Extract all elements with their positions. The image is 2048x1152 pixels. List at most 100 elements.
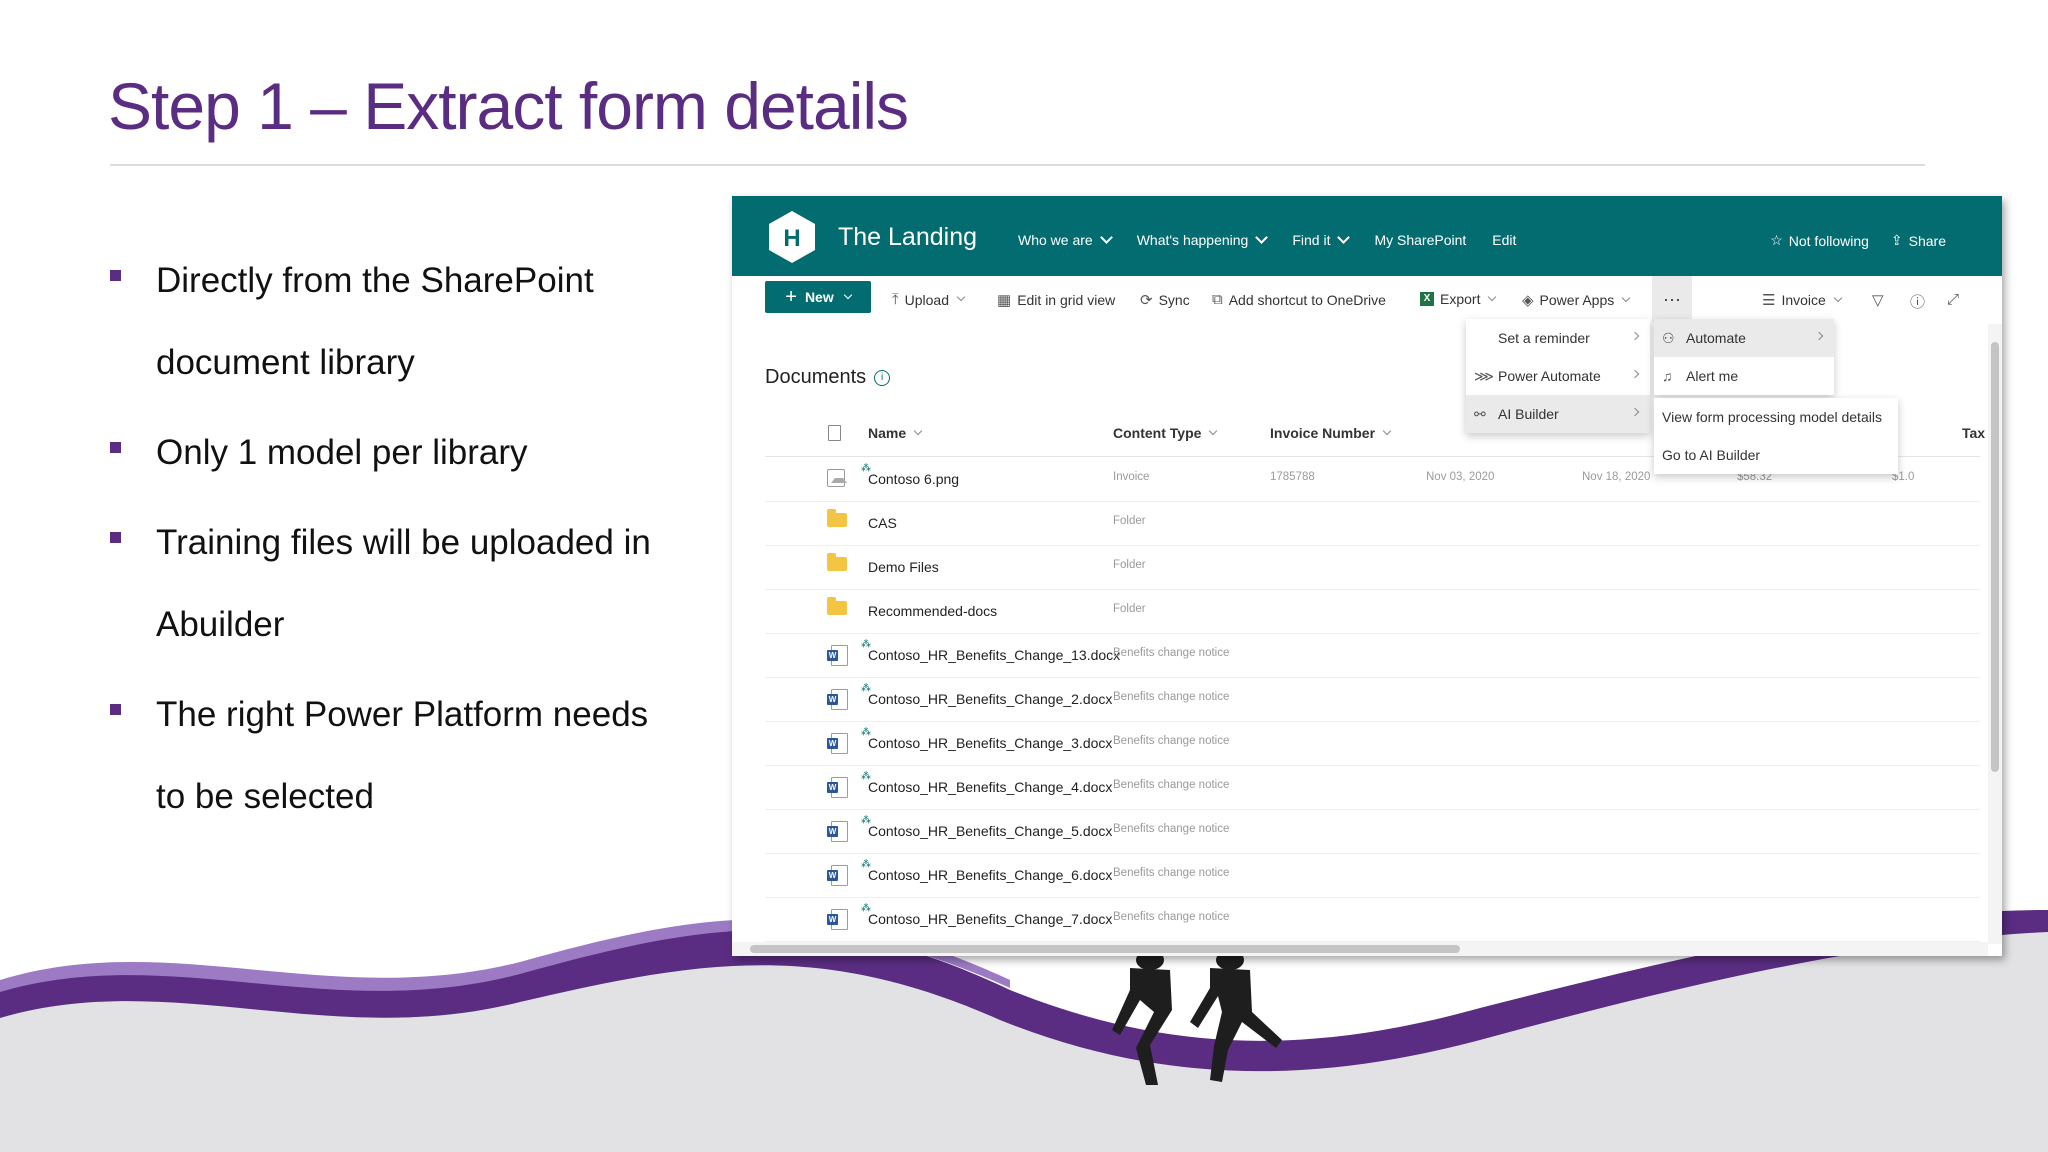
nav-edit[interactable]: Edit [1492,232,1516,248]
automate-icon: ⚇ [1662,330,1675,346]
scroll-thumb[interactable] [750,945,1460,953]
content-type: Benefits change notice [1113,779,1230,791]
file-name[interactable]: Contoso 6.png [868,471,959,487]
bullet-item: Training files will be uploaded in Abuil… [110,502,670,666]
upload-label: Upload [904,291,950,308]
share-icon: ⇪ [1890,232,1903,248]
word-icon: W [827,733,848,754]
menu-item-automate[interactable]: ⚇ Automate [1654,319,1834,357]
follow-button[interactable]: ☆ Not following [1770,232,1869,249]
view-switcher[interactable]: ☰ Invoice [1762,291,1843,309]
plus-icon: + [785,285,797,308]
header-actions: ☆ Not following ⇪ Share [1770,232,1946,249]
content-type: Folder [1113,603,1146,615]
file-name[interactable]: Contoso_HR_Benefits_Change_5.docx [868,823,1112,839]
file-name[interactable]: Contoso_HR_Benefits_Change_3.docx [868,735,1112,751]
word-icon: W [827,821,848,842]
table-row[interactable]: W ⁂ Contoso_HR_Benefits_Change_2.docx Be… [765,677,1980,722]
filter-button[interactable]: ▽ [1872,291,1884,309]
scroll-thumb[interactable] [1991,342,1999,772]
table-row[interactable]: CAS Folder [765,501,1980,546]
chevron-down-icon [1833,293,1843,302]
export-button[interactable]: X Export [1420,291,1497,307]
site-title[interactable]: The Landing [838,223,977,252]
upload-button[interactable]: ⤒ Upload [892,291,966,308]
grid-icon: ▦ [997,292,1012,309]
power-apps-icon: ◈ [1522,292,1534,309]
word-icon: W [827,865,848,886]
table-row[interactable]: Demo Files Folder [765,545,1980,590]
menu-item-set-reminder[interactable]: Set a reminder [1466,319,1650,357]
chevron-right-icon [1814,331,1824,341]
file-name[interactable]: Contoso_HR_Benefits_Change_7.docx [868,911,1112,927]
nav-label: Find it [1292,232,1331,248]
share-button[interactable]: ⇪ Share [1891,232,1946,249]
power-automate-icon: ⋙ [1474,368,1494,384]
bullet-list: Directly from the SharePoint document li… [110,240,670,846]
chevron-down-icon [1209,426,1218,435]
ai-builder-icon: ⚯ [1474,406,1486,422]
table-row[interactable]: W ⁂ Contoso_HR_Benefits_Change_5.docx Be… [765,809,1980,854]
tax-column-header[interactable]: Tax [1962,425,1985,441]
add-shortcut-button[interactable]: ⧉ Add shortcut to OneDrive [1212,291,1386,308]
new-button[interactable]: + New [765,281,871,313]
content-type-column-header[interactable]: Content Type [1113,425,1218,441]
shortcut-label: Add shortcut to OneDrive [1228,291,1386,308]
menu-item-go-to-ai-builder[interactable]: Go to AI Builder [1654,436,1898,474]
menu-item-ai-builder[interactable]: ⚯ AI Builder [1466,395,1650,433]
nav-my-sharepoint[interactable]: My SharePoint [1374,232,1466,248]
content-type: Folder [1113,515,1146,527]
image-icon [827,469,847,487]
nav-find-it[interactable]: Find it [1292,231,1351,248]
nav-label: Who we are [1018,232,1093,248]
file-name[interactable]: CAS [868,515,897,531]
table-row[interactable]: W ⁂ Contoso_HR_Benefits_Change_3.docx Be… [765,721,1980,766]
content-type: Folder [1113,559,1146,571]
chevron-right-icon [1630,407,1640,417]
menu-label: Set a reminder [1498,330,1590,346]
info-button[interactable]: ⓘ [1910,291,1925,312]
table-row[interactable]: Recommended-docs Folder [765,589,1980,634]
info-icon[interactable]: i [874,369,891,386]
chevron-down-icon [956,292,966,302]
nav-who-we-are[interactable]: Who we are [1018,231,1113,248]
menu-item-alert-me[interactable]: ♫ Alert me [1654,357,1834,395]
horizontal-scrollbar[interactable] [732,942,1988,956]
file-name[interactable]: Contoso_HR_Benefits_Change_2.docx [868,691,1112,707]
site-logo-icon[interactable]: H [766,209,818,265]
excel-icon: X [1420,292,1434,306]
menu-label: Automate [1686,330,1746,346]
nav-whats-happening[interactable]: What's happening [1136,231,1269,248]
file-name[interactable]: Contoso_HR_Benefits_Change_4.docx [868,779,1112,795]
due-date: Nov 18, 2020 [1582,471,1651,483]
power-apps-button[interactable]: ◈ Power Apps [1522,291,1631,309]
expand-button[interactable]: ⤢ [1947,291,1959,308]
edit-grid-button[interactable]: ▦ Edit in grid view [997,291,1115,309]
table-row[interactable]: W ⁂ Contoso_HR_Benefits_Change_4.docx Be… [765,765,1980,810]
name-column-header[interactable]: Name [868,425,923,441]
nav-label: My SharePoint [1374,232,1467,248]
invoice-number-column-header[interactable]: Invoice Number [1270,425,1392,441]
file-name[interactable]: Demo Files [868,559,939,575]
sync-button[interactable]: ⟳ Sync [1140,291,1190,309]
more-actions-button[interactable]: ··· [1652,276,1692,322]
file-name[interactable]: Contoso_HR_Benefits_Change_6.docx [868,867,1112,883]
column-label: Name [868,425,907,441]
table-row[interactable]: W ⁂ Contoso_HR_Benefits_Change_6.docx Be… [765,853,1980,898]
vertical-scrollbar[interactable] [1988,324,2002,944]
bullet-text: Training files will be uploaded in Abuil… [156,523,651,644]
bullet-text: Directly from the SharePoint document li… [156,261,594,382]
menu-label: AI Builder [1498,406,1559,422]
menu-item-power-automate[interactable]: ⋙ Power Automate [1466,357,1650,395]
file-type-column-header[interactable] [828,425,841,441]
nav-label: What's happening [1136,232,1249,248]
title-divider [110,164,1925,166]
table-row[interactable]: W ⁂ Contoso_HR_Benefits_Change_7.docx Be… [765,897,1980,942]
bullet-text: Only 1 model per library [156,433,528,472]
chevron-right-icon [1630,369,1640,379]
menu-item-view-model-details[interactable]: View form processing model details [1654,398,1898,436]
file-name[interactable]: Recommended-docs [868,603,997,619]
bullet-marker [110,442,121,453]
table-row[interactable]: W ⁂ Contoso_HR_Benefits_Change_13.docx B… [765,633,1980,678]
file-name[interactable]: Contoso_HR_Benefits_Change_13.docx [868,647,1120,663]
